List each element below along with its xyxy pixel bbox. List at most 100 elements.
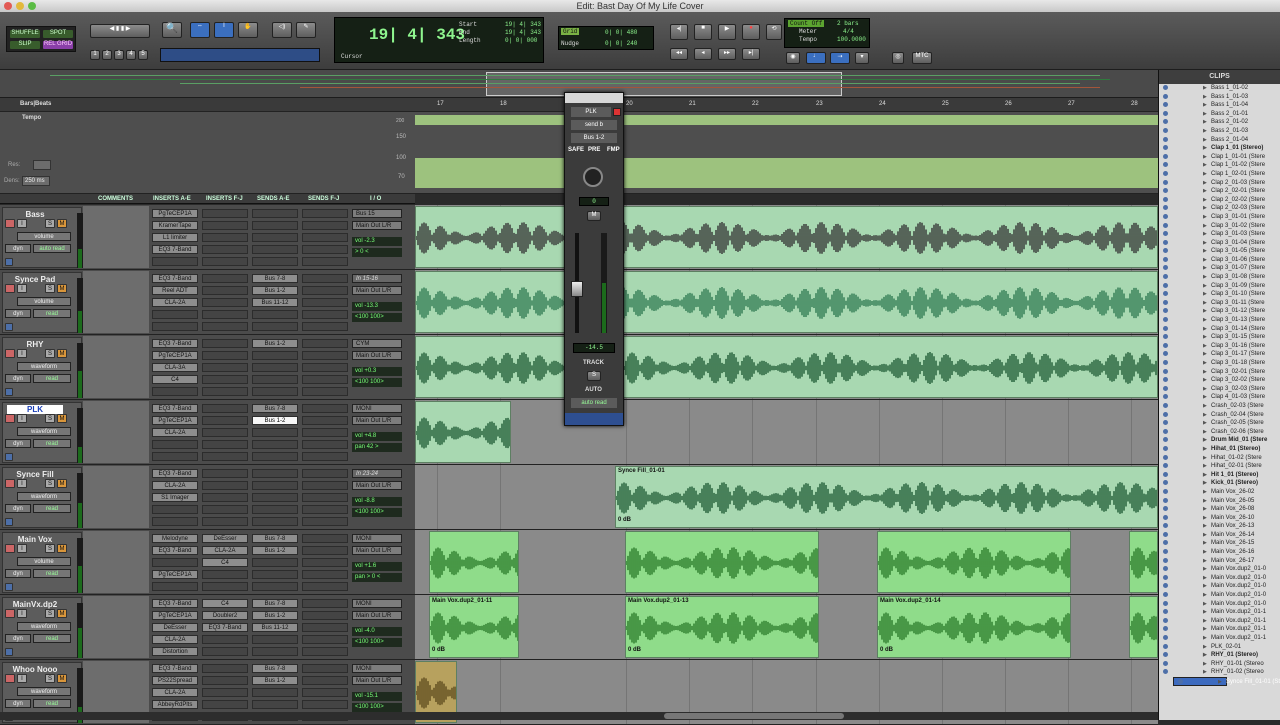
disclosure-triangle-icon[interactable]: ▶ bbox=[1203, 264, 1207, 273]
insert-slot-fj[interactable] bbox=[202, 469, 248, 478]
input-selector[interactable]: MONI bbox=[352, 404, 402, 413]
insert-slot-ae[interactable] bbox=[152, 322, 198, 331]
clip-list-item[interactable]: ▶ Clap 2_02-01 (Stere bbox=[1159, 187, 1280, 196]
output-window-titlebar[interactable] bbox=[565, 93, 623, 103]
audio-clip[interactable] bbox=[415, 336, 565, 398]
send-slot-ae[interactable]: Bus 11-12 bbox=[252, 298, 298, 307]
disclosure-triangle-icon[interactable]: ▶ bbox=[1203, 591, 1207, 600]
insert-slot-ae[interactable]: CLA-2A bbox=[152, 481, 198, 490]
insert-slot-fj[interactable] bbox=[202, 375, 248, 384]
insert-slot-ae[interactable]: EQ3 7-Band bbox=[152, 404, 198, 413]
disclosure-triangle-icon[interactable]: ▶ bbox=[1203, 548, 1207, 557]
clip-list-item[interactable]: ▶ Main Vox_26-13 bbox=[1159, 522, 1280, 531]
clip-visibility-icon[interactable] bbox=[1163, 231, 1168, 237]
insert-slot-ae[interactable] bbox=[152, 505, 198, 514]
insert-slot-ae[interactable] bbox=[152, 582, 198, 591]
comments-field[interactable] bbox=[83, 531, 149, 593]
disclosure-triangle-icon[interactable]: ▶ bbox=[1218, 678, 1222, 687]
insert-slot-fj[interactable]: C4 bbox=[202, 599, 248, 608]
send-slot-fj[interactable] bbox=[302, 493, 348, 502]
disclosure-triangle-icon[interactable]: ▶ bbox=[1203, 316, 1207, 325]
clip-list-item[interactable]: ▶ Clap 3_02-03 (Stere bbox=[1159, 385, 1280, 394]
clip-list-item[interactable]: ▶ Main Vox.dup2_01-1 bbox=[1159, 634, 1280, 643]
record-enable-button[interactable] bbox=[5, 219, 15, 228]
insert-slot-ae[interactable]: C4 bbox=[152, 375, 198, 384]
mute-button[interactable]: M bbox=[57, 674, 67, 683]
automation-mode-selector[interactable]: read bbox=[33, 634, 71, 643]
audio-clip[interactable] bbox=[415, 271, 1158, 333]
send-slot-fj[interactable] bbox=[302, 517, 348, 526]
clip-visibility-icon[interactable] bbox=[1163, 463, 1168, 469]
send-slot-ae[interactable] bbox=[252, 363, 298, 372]
disclosure-triangle-icon[interactable]: ▶ bbox=[1203, 617, 1207, 626]
clip-visibility-icon[interactable] bbox=[1163, 205, 1168, 211]
clip-visibility-icon[interactable] bbox=[1163, 411, 1168, 417]
send-slot-fj[interactable] bbox=[302, 274, 348, 283]
clip-list-item[interactable]: ▶ Bass 1_01-02 bbox=[1159, 84, 1280, 93]
clip-list-item[interactable]: ▶ Clap 3_01-15 (Stere bbox=[1159, 333, 1280, 342]
clip-visibility-icon[interactable] bbox=[1163, 162, 1168, 168]
disclosure-triangle-icon[interactable]: ▶ bbox=[1203, 127, 1207, 136]
clip-visibility-icon[interactable] bbox=[1163, 626, 1168, 632]
pan-readout[interactable]: <100 100> bbox=[352, 703, 402, 712]
input-monitor-button[interactable]: I bbox=[17, 674, 27, 683]
clip-visibility-icon[interactable] bbox=[1163, 282, 1168, 288]
clip-visibility-icon[interactable] bbox=[1163, 574, 1168, 580]
clip-list-item[interactable]: ▶ Hihat_01-02 (Stere bbox=[1159, 454, 1280, 463]
insert-slot-fj[interactable] bbox=[202, 416, 248, 425]
clip-visibility-icon[interactable] bbox=[1163, 188, 1168, 194]
disclosure-triangle-icon[interactable]: ▶ bbox=[1203, 239, 1207, 248]
send-slot-ae[interactable] bbox=[252, 688, 298, 697]
disclosure-triangle-icon[interactable]: ▶ bbox=[1203, 419, 1207, 428]
clip-visibility-icon[interactable] bbox=[1163, 549, 1168, 555]
track-name[interactable]: RHY bbox=[7, 340, 63, 349]
send-slot-ae[interactable] bbox=[252, 245, 298, 254]
track-view-selector[interactable]: waveform bbox=[17, 492, 71, 501]
clip-list-item[interactable]: ▶ Clap 2_02-02 (Stere bbox=[1159, 196, 1280, 205]
track-name[interactable]: Whoo Nooo bbox=[7, 665, 63, 674]
send-slot-fj[interactable] bbox=[302, 688, 348, 697]
send-slot-fj[interactable] bbox=[302, 298, 348, 307]
record-enable-button[interactable] bbox=[5, 284, 15, 293]
send-slot-fj[interactable] bbox=[302, 387, 348, 396]
solo-button[interactable]: S bbox=[45, 674, 55, 683]
disclosure-triangle-icon[interactable]: ▶ bbox=[1203, 110, 1207, 119]
clip-visibility-icon[interactable] bbox=[1163, 669, 1168, 675]
send-slot-fj[interactable] bbox=[302, 534, 348, 543]
length-value[interactable]: 0| 0| 000 bbox=[505, 37, 537, 44]
volume-readout[interactable]: vol -15.1 bbox=[352, 692, 402, 701]
disclosure-triangle-icon[interactable]: ▶ bbox=[1203, 514, 1207, 523]
insert-slot-fj[interactable] bbox=[202, 233, 248, 242]
send-slot-fj[interactable] bbox=[302, 339, 348, 348]
clip-visibility-icon[interactable] bbox=[1163, 256, 1168, 262]
disclosure-triangle-icon[interactable]: ▶ bbox=[1203, 230, 1207, 239]
send-slot-fj[interactable] bbox=[302, 505, 348, 514]
clip-list-item[interactable]: ▶ Clap 3_01-07 (Stere bbox=[1159, 264, 1280, 273]
elastic-icon[interactable] bbox=[5, 648, 13, 656]
insert-slot-ae[interactable]: PgTeCEP1A bbox=[152, 611, 198, 620]
disclosure-triangle-icon[interactable]: ▶ bbox=[1203, 342, 1207, 351]
insert-slot-fj[interactable] bbox=[202, 647, 248, 656]
clip-list-item[interactable]: ▶ Bass 1_01-04 bbox=[1159, 101, 1280, 110]
nudge-value[interactable]: 0| 0| 240 bbox=[605, 40, 637, 47]
automation-mode-selector[interactable]: read bbox=[33, 309, 71, 318]
send-slot-fj[interactable] bbox=[302, 647, 348, 656]
output-selector[interactable]: Main Out L/R bbox=[352, 286, 402, 295]
insert-slot-ae[interactable] bbox=[152, 310, 198, 319]
clip-visibility-icon[interactable] bbox=[1163, 127, 1168, 133]
disclosure-triangle-icon[interactable]: ▶ bbox=[1203, 170, 1207, 179]
nudge-label[interactable]: Nudge bbox=[561, 40, 579, 47]
insert-slot-ae[interactable]: EQ3 7-Band bbox=[152, 599, 198, 608]
clip-list-item[interactable]: ▶ Clap 3_01-04 (Stere bbox=[1159, 239, 1280, 248]
clip-visibility-icon[interactable] bbox=[1163, 557, 1168, 563]
zoomer-tool-icon[interactable]: 🔍 bbox=[162, 22, 182, 38]
ffwd-icon[interactable]: ▸▸ bbox=[718, 48, 736, 60]
clip-visibility-icon[interactable] bbox=[1163, 342, 1168, 348]
disclosure-triangle-icon[interactable]: ▶ bbox=[1203, 574, 1207, 583]
insert-slot-ae[interactable]: CLA-2A bbox=[152, 298, 198, 307]
clip-visibility-icon[interactable] bbox=[1163, 368, 1168, 374]
send-slot-fj[interactable] bbox=[302, 440, 348, 449]
audio-clip[interactable]: Main Vox.dup2_01-13 0 dB bbox=[625, 596, 819, 658]
send-slot-ae[interactable]: Bus 7-8 bbox=[252, 274, 298, 283]
insert-slot-fj[interactable] bbox=[202, 570, 248, 579]
